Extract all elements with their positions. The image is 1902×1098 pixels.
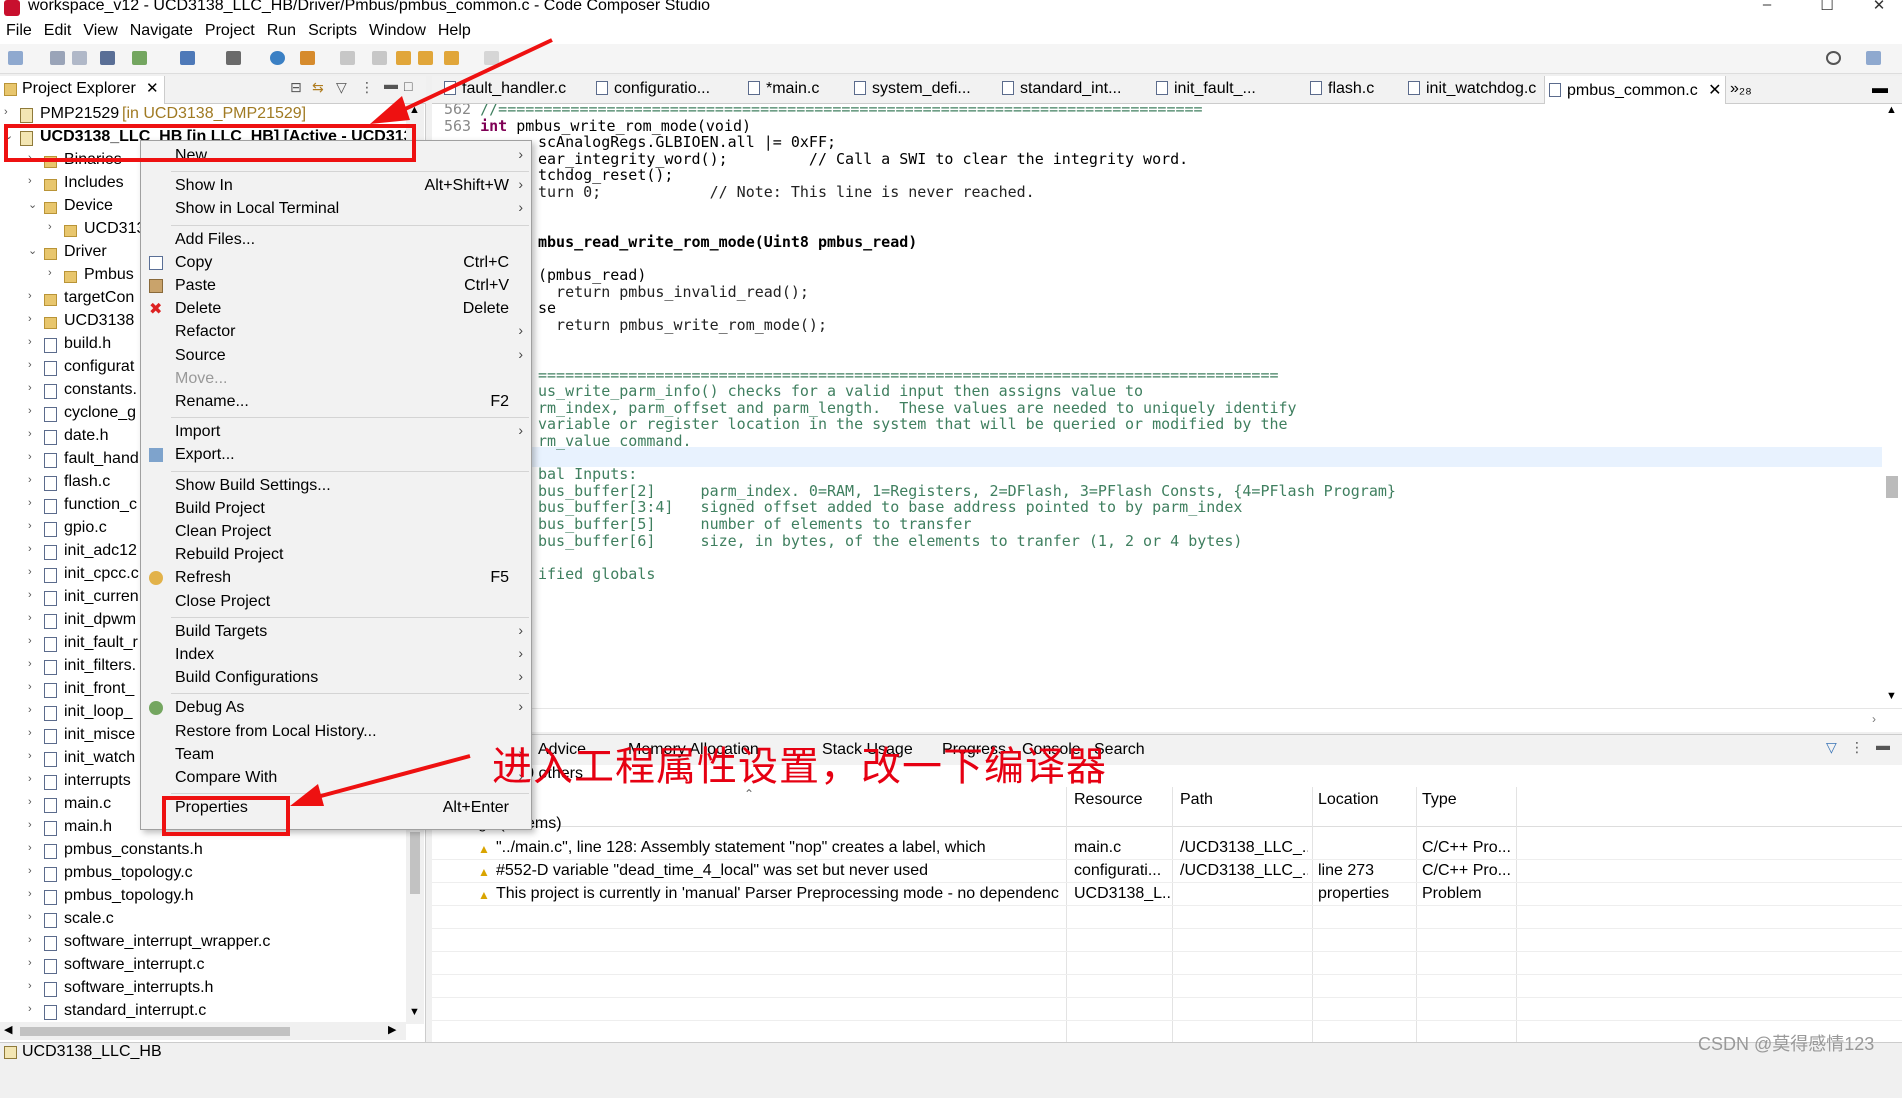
arrow-head-project: [370, 96, 410, 124]
arrow-head-properties: [290, 784, 324, 806]
arrow-to-properties: [305, 754, 471, 802]
annotation-text: 进入工程属性设置，改一下编译器: [492, 745, 1107, 789]
arrow-to-project: [385, 38, 553, 120]
annotation-arrows: [290, 38, 553, 806]
